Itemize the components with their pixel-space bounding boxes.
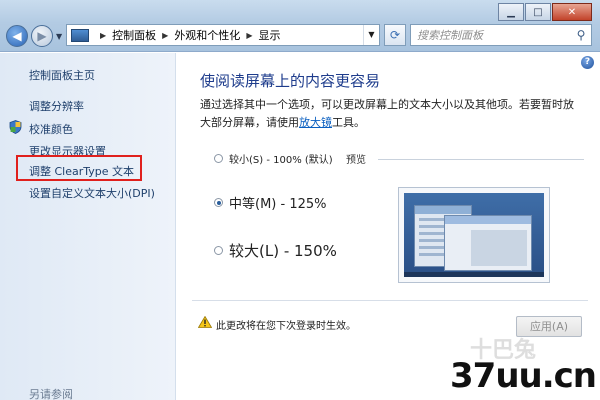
preview-screen (404, 193, 544, 277)
magnifier-link[interactable]: 放大镜 (299, 116, 332, 129)
sidebar-item-resolution[interactable]: 调整分辨率 (29, 98, 84, 114)
chevron-right-icon[interactable]: ▶ (246, 31, 252, 40)
preview-window-front (444, 215, 532, 271)
option-medium[interactable]: 中等(M) - 125% (214, 193, 326, 212)
window-controls: ▁ □ ✕ (498, 3, 592, 21)
close-icon[interactable]: ✕ (552, 3, 592, 21)
address-bar[interactable]: ▶ 控制面板 ▶ 外观和个性化 ▶ 显示 ▼ (66, 24, 380, 46)
search-icon[interactable]: ⚲ (571, 28, 591, 42)
content-divider (192, 300, 588, 301)
back-arrow-icon[interactable]: ◀ (6, 25, 28, 47)
title-address-bar: ▁ □ ✕ ◀ ▶ ▼ ▶ 控制面板 ▶ 外观和个性化 ▶ 显示 ▼ ⟳ 搜索控… (0, 0, 600, 52)
chevron-down-icon[interactable]: ▼ (363, 25, 379, 45)
preview-divider (378, 159, 584, 160)
chevron-right-icon[interactable]: ▶ (100, 31, 106, 40)
search-placeholder[interactable]: 搜索控制面板 (417, 27, 571, 43)
option-medium-label[interactable]: 中等(M) - 125% (229, 193, 326, 212)
option-large[interactable]: 较大(L) - 150% (214, 240, 337, 261)
preview-taskbar (404, 272, 544, 277)
breadcrumb-display[interactable]: 显示 (258, 27, 280, 43)
warning-text: 此更改将在您下次登录时生效。 (216, 321, 356, 332)
sidebar-item-calibrate-color[interactable]: 校准颜色 (29, 121, 73, 137)
forward-arrow-icon[interactable]: ▶ (31, 25, 53, 47)
breadcrumb-control-panel[interactable]: 控制面板 (112, 27, 156, 43)
radio-medium[interactable] (214, 198, 223, 207)
help-icon[interactable]: ? (581, 56, 594, 69)
shield-icon (9, 120, 22, 134)
breadcrumb-appearance[interactable]: 外观和个性化 (174, 27, 240, 43)
description-text: 通过选择其中一个选项，可以更改屏幕上的文本大小以及其他项。若要暂时放大部分屏幕，… (200, 98, 574, 129)
option-small[interactable]: 较小(S) - 100% (默认) (214, 151, 333, 166)
sidebar-item-cleartype[interactable]: 调整 ClearType 文本 (29, 163, 134, 179)
radio-small[interactable] (214, 154, 223, 163)
sidebar-item-custom-dpi[interactable]: 设置自定义文本大小(DPI) (29, 185, 155, 201)
warning-icon (198, 316, 212, 328)
watermark: 37uu.cn (450, 356, 597, 396)
maximize-icon[interactable]: □ (525, 3, 551, 21)
chevron-right-icon[interactable]: ▶ (162, 31, 168, 40)
page-title: 使阅读屏幕上的内容更容易 (200, 72, 381, 90)
sidebar-item-home[interactable]: 控制面板主页 (29, 67, 95, 83)
search-input[interactable]: 搜索控制面板 ⚲ (410, 24, 592, 46)
control-panel-icon (71, 28, 89, 42)
preview-label: 预览 (346, 155, 366, 166)
description-tail: 工具。 (332, 116, 365, 129)
see-also-label: 另请参阅 (29, 388, 73, 400)
recent-pages-dropdown-icon[interactable]: ▼ (56, 32, 62, 41)
radio-large[interactable] (214, 246, 223, 255)
minimize-icon[interactable]: ▁ (498, 3, 524, 21)
refresh-icon[interactable]: ⟳ (384, 24, 406, 46)
option-large-label[interactable]: 较大(L) - 150% (229, 240, 337, 261)
page-description: 通过选择其中一个选项，可以更改屏幕上的文本大小以及其他项。若要暂时放大部分屏幕，… (200, 96, 584, 132)
option-small-label[interactable]: 较小(S) - 100% (默认) (229, 151, 333, 166)
preview-image (398, 187, 550, 283)
sidebar: 控制面板主页 调整分辨率 校准颜色 更改显示器设置 调整 ClearType 文… (0, 53, 176, 400)
